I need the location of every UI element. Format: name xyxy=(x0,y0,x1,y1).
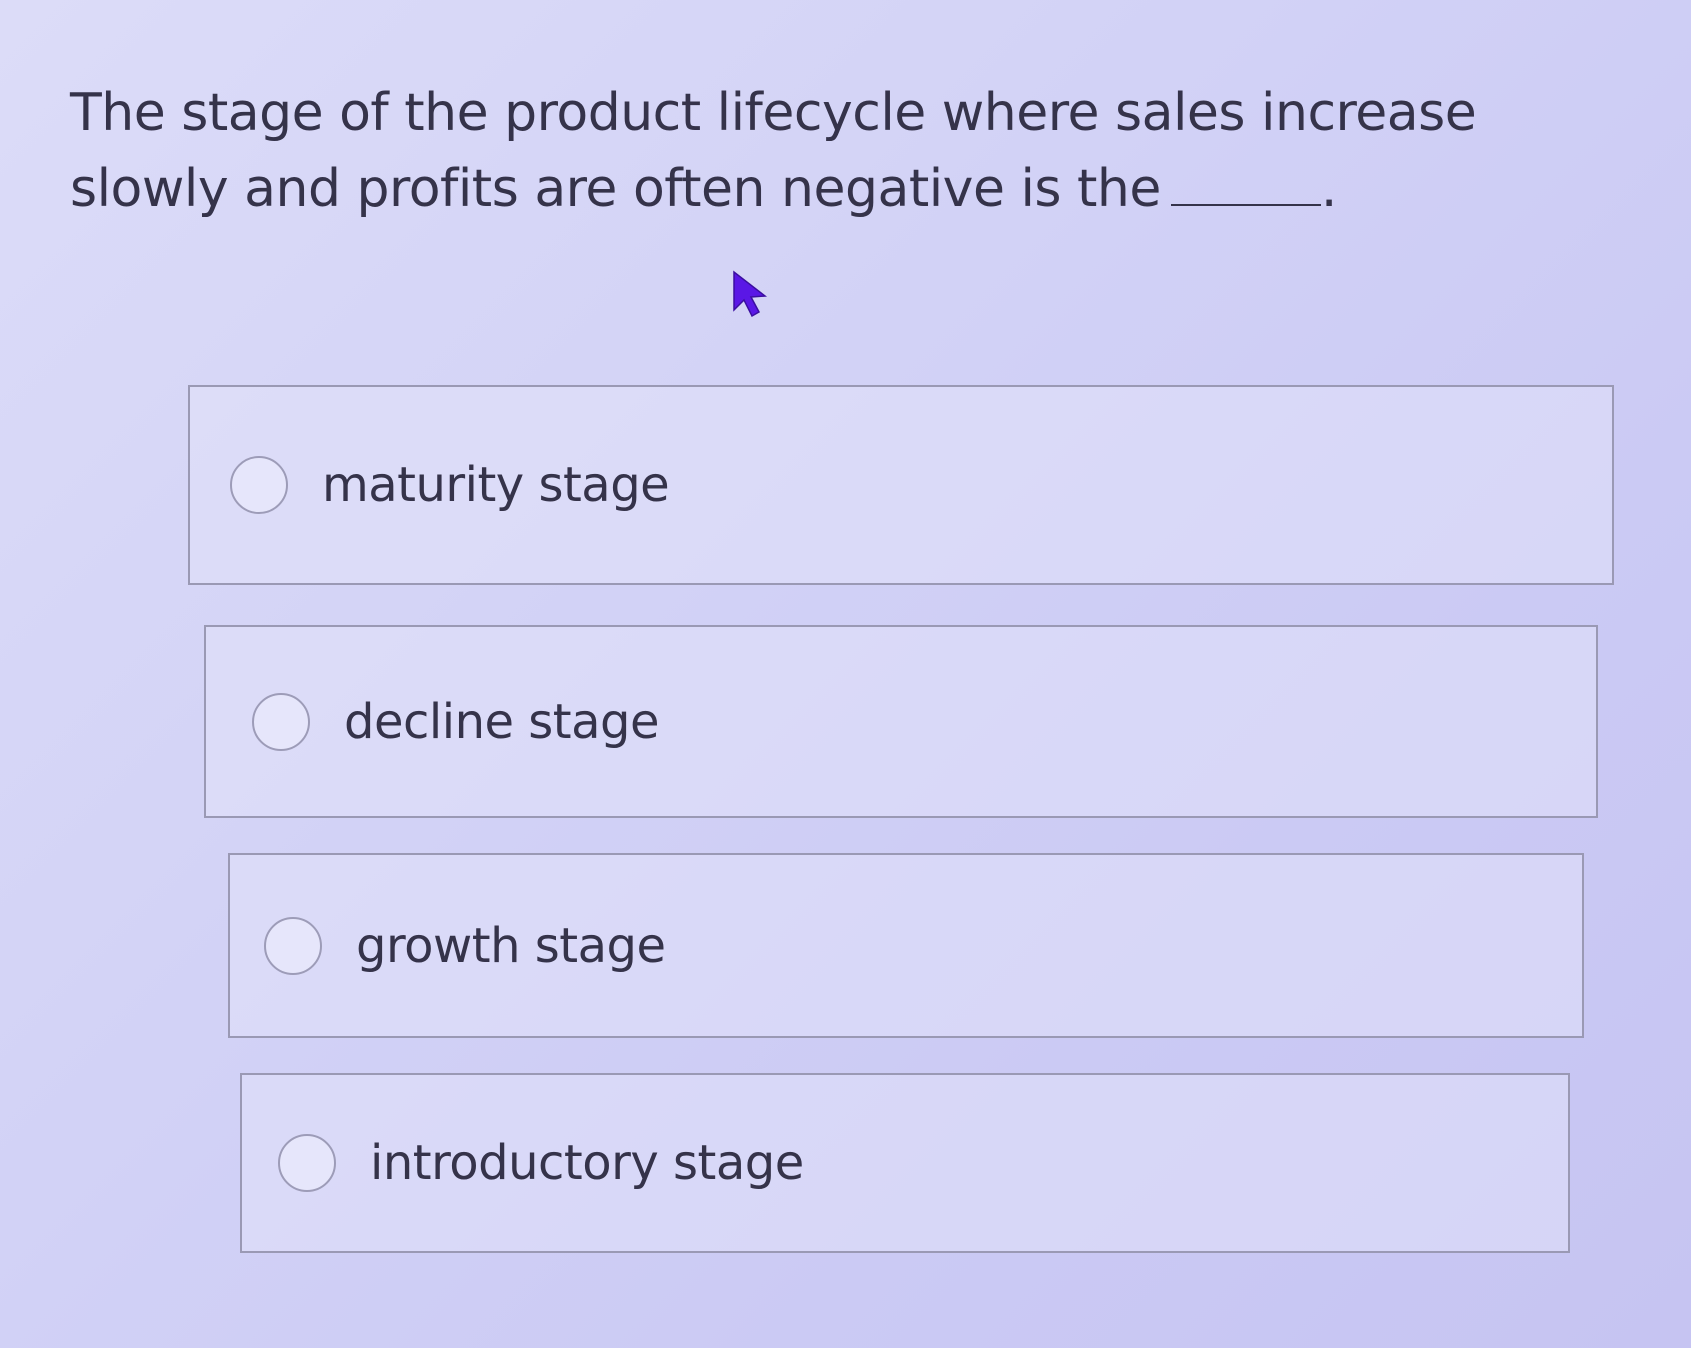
option-label: maturity stage xyxy=(322,457,670,513)
radio-unselected-icon[interactable] xyxy=(252,692,310,751)
option-decline-stage[interactable]: decline stage xyxy=(204,625,1598,818)
option-label: growth stage xyxy=(356,917,666,974)
option-label: decline stage xyxy=(344,693,660,750)
answer-options: maturity stage decline stage growth stag… xyxy=(0,0,1691,1348)
radio-unselected-icon[interactable] xyxy=(278,1134,336,1192)
radio-unselected-icon[interactable] xyxy=(264,916,322,975)
option-maturity-stage[interactable]: maturity stage xyxy=(188,385,1614,585)
radio-unselected-icon[interactable] xyxy=(230,456,288,514)
option-introductory-stage[interactable]: introductory stage xyxy=(240,1073,1570,1253)
option-growth-stage[interactable]: growth stage xyxy=(228,853,1584,1038)
option-label: introductory stage xyxy=(370,1135,804,1191)
